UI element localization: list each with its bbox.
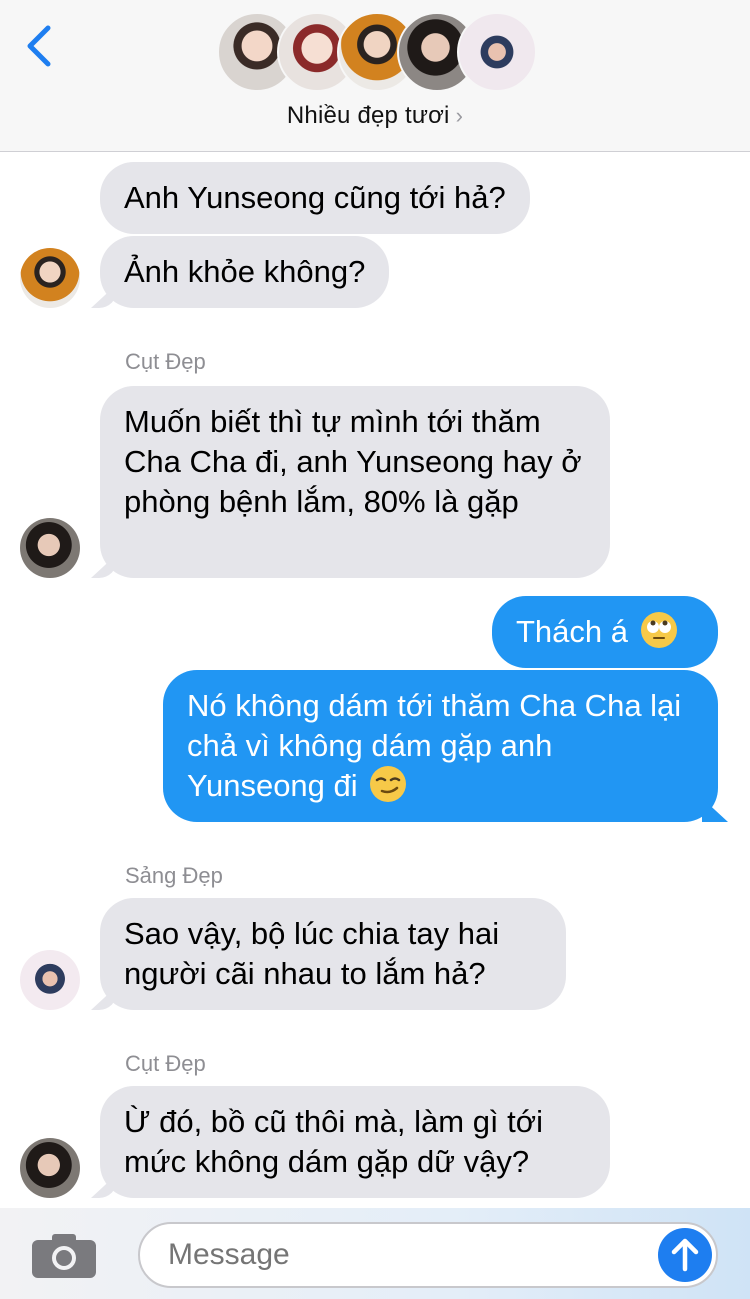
group-avatars[interactable] [0, 12, 750, 94]
avatar[interactable] [20, 518, 80, 578]
message-bubble-incoming[interactable]: Sao vậy, bộ lúc chia tay hai người cãi n… [100, 898, 566, 1010]
sender-name: Cụt Đẹp [125, 349, 206, 374]
composer-bar [0, 1208, 750, 1299]
smirk-emoji-icon [370, 766, 407, 802]
message-input[interactable] [138, 1222, 718, 1288]
message-thread[interactable]: Anh Yunseong cũng tới hả? Ảnh khỏe không… [0, 152, 750, 1208]
sender-name: Sảng Đẹp [125, 863, 223, 888]
group-title[interactable]: Nhiều đẹp tươi › [0, 102, 750, 130]
avatar [457, 12, 537, 92]
message-text: Thách á [516, 614, 629, 649]
message-bubble-outgoing[interactable]: Nó không dám tới thăm Cha Cha lại chả vì… [163, 670, 718, 822]
message-text: Ảnh khỏe không? [124, 254, 366, 289]
conversation-header: Nhiều đẹp tươi › [0, 0, 750, 152]
message-bubble-outgoing[interactable]: Thách á [492, 596, 718, 668]
send-button[interactable] [658, 1228, 712, 1282]
sender-name: Cụt Đẹp [125, 1051, 206, 1076]
message-text: Nó không dám tới thăm Cha Cha lại chả vì… [187, 688, 682, 803]
message-bubble-incoming[interactable]: Anh Yunseong cũng tới hả? [100, 162, 530, 234]
message-text: Sao vậy, bộ lúc chia tay hai người cãi n… [124, 916, 500, 991]
eye-roll-emoji-icon [640, 612, 677, 648]
message-bubble-incoming[interactable]: Ừ đó, bồ cũ thôi mà, làm gì tới mức khôn… [100, 1086, 610, 1198]
message-text: Ừ đó, bồ cũ thôi mà, làm gì tới mức khôn… [124, 1104, 543, 1179]
camera-icon[interactable] [32, 1232, 96, 1278]
message-bubble-incoming[interactable]: Ảnh khỏe không? [100, 236, 390, 308]
avatar[interactable] [20, 248, 80, 308]
avatar[interactable] [20, 950, 80, 1010]
chevron-right-icon: › [455, 103, 464, 128]
message-bubble-incoming[interactable]: Muốn biết thì tự mình tới thăm Cha Cha đ… [100, 386, 610, 578]
group-name: Nhiều đẹp tươi [286, 102, 450, 129]
avatar[interactable] [20, 1138, 80, 1198]
send-arrow-up-icon [671, 1238, 699, 1272]
message-text: Anh Yunseong cũng tới hả? [124, 180, 506, 215]
message-text: Muốn biết thì tự mình tới thăm Cha Cha đ… [124, 404, 582, 519]
